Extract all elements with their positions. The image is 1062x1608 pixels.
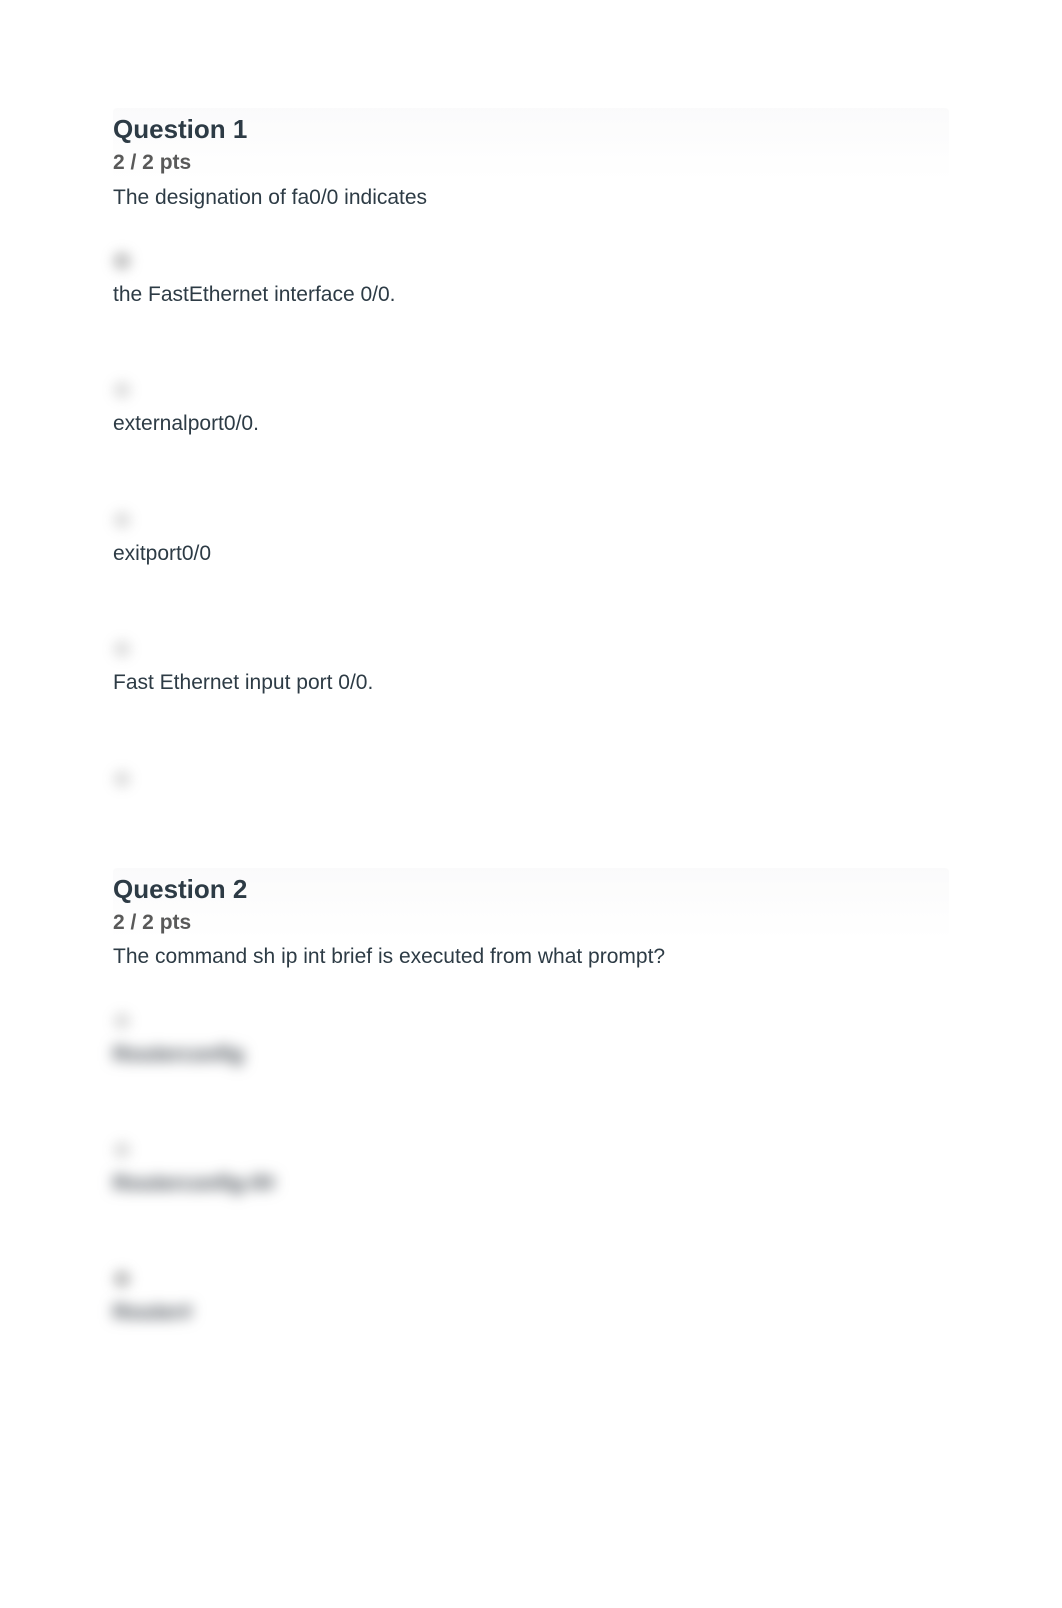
question-title: Question 2	[113, 872, 949, 907]
answer-text-blurred: Routerconfig-if#	[113, 1169, 949, 1198]
answer-option: Router#	[113, 1270, 949, 1327]
answer-text-blurred: Router#	[113, 1298, 949, 1327]
answer-group: the FastEthernet interface 0/0. external…	[113, 252, 949, 788]
question-points: 2 / 2 pts	[113, 147, 949, 179]
answer-option: Routerconfig-if#	[113, 1141, 949, 1198]
answer-group: Routerconfig Routerconfig-if# Router#	[113, 1012, 949, 1328]
radio-icon	[113, 252, 131, 270]
question-block-1: Question 1 2 / 2 pts The designation of …	[113, 108, 949, 788]
radio-icon	[113, 381, 131, 399]
answer-option: the FastEthernet interface 0/0.	[113, 252, 949, 309]
question-prompt: The command sh ip int brief is executed …	[113, 942, 949, 971]
page-content: Question 1 2 / 2 pts The designation of …	[0, 0, 1062, 1608]
question-header: Question 1 2 / 2 pts	[113, 108, 949, 181]
answer-text: exitport0/0	[113, 539, 949, 568]
question-prompt: The designation of fa0/0 indicates	[113, 183, 949, 212]
radio-icon	[113, 511, 131, 529]
question-block-2: Question 2 2 / 2 pts The command sh ip i…	[113, 868, 949, 1328]
answer-option	[113, 770, 949, 788]
answer-option: Fast Ethernet input port 0/0.	[113, 640, 949, 697]
answer-option: externalport0/0.	[113, 381, 949, 438]
question-title: Question 1	[113, 112, 949, 147]
radio-icon	[113, 640, 131, 658]
question-points: 2 / 2 pts	[113, 907, 949, 939]
answer-text: the FastEthernet interface 0/0.	[113, 280, 949, 309]
radio-icon	[113, 1012, 131, 1030]
radio-icon	[113, 1270, 131, 1288]
answer-text: Fast Ethernet input port 0/0.	[113, 668, 949, 697]
answer-text: externalport0/0.	[113, 409, 949, 438]
answer-option: Routerconfig	[113, 1012, 949, 1069]
radio-icon	[113, 770, 131, 788]
answer-option: exitport0/0	[113, 511, 949, 568]
radio-icon	[113, 1141, 131, 1159]
question-header: Question 2 2 / 2 pts	[113, 868, 949, 941]
answer-text-blurred: Routerconfig	[113, 1040, 949, 1069]
